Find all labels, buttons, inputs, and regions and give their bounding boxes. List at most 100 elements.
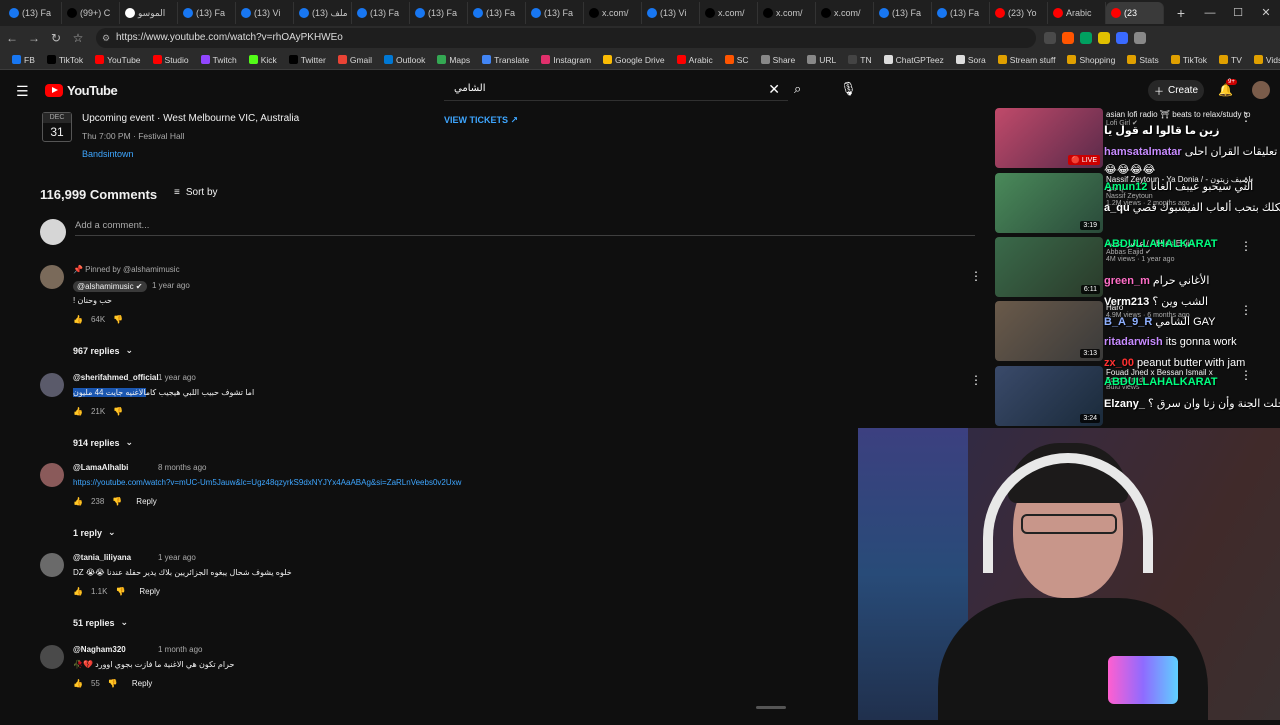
- comment-menu-icon[interactable]: ⋮: [970, 373, 982, 387]
- scrollbar-thumb[interactable]: [756, 706, 786, 709]
- comment-time[interactable]: 1 year ago: [152, 281, 190, 290]
- comment-menu-icon[interactable]: ⋮: [970, 269, 982, 283]
- comment-author[interactable]: @alshamimusic ✔: [73, 281, 147, 292]
- view-replies-button[interactable]: 967 replies ⌄: [73, 345, 133, 356]
- reply-button[interactable]: Reply: [136, 497, 156, 506]
- extension-icon[interactable]: [1116, 32, 1128, 44]
- bookmark-item[interactable]: Vids: [1248, 55, 1280, 65]
- video-thumbnail[interactable]: 🔴 LIVE: [995, 108, 1103, 168]
- video-thumbnail[interactable]: 3:13: [995, 301, 1103, 361]
- video-menu-icon[interactable]: ⋮: [1240, 303, 1252, 317]
- comment-author[interactable]: @Nagham320: [73, 645, 126, 654]
- video-thumbnail[interactable]: 6:11: [995, 237, 1103, 297]
- account-avatar[interactable]: [1252, 81, 1270, 99]
- extension-icon[interactable]: [1062, 32, 1074, 44]
- dislike-icon[interactable]: 👎: [112, 497, 122, 506]
- bookmark-item[interactable]: TikTok: [1165, 55, 1213, 65]
- bookmark-item[interactable]: TV: [1213, 55, 1248, 65]
- like-icon[interactable]: 👍: [73, 497, 83, 506]
- video-menu-icon[interactable]: ⋮: [1240, 368, 1252, 382]
- browser-tab[interactable]: (13) Fa: [874, 2, 932, 24]
- extension-icon[interactable]: [1098, 32, 1110, 44]
- bookmark-item[interactable]: Stream stuff: [992, 55, 1062, 65]
- comment-text[interactable]: https://youtube.com/watch?v=mUC-Um5Jauw&…: [73, 478, 461, 487]
- back-icon[interactable]: ←: [2, 31, 22, 45]
- browser-tab[interactable]: (13) Fa: [468, 2, 526, 24]
- create-button[interactable]: ＋ Create: [1148, 80, 1205, 101]
- browser-tab[interactable]: x.com/: [758, 2, 816, 24]
- extension-icon[interactable]: [1080, 32, 1092, 44]
- browser-tab[interactable]: (13) Fa: [410, 2, 468, 24]
- comment-avatar[interactable]: [40, 373, 64, 397]
- comment-avatar[interactable]: [40, 265, 64, 289]
- comment-author[interactable]: @LamaAlhalbi: [73, 463, 128, 472]
- browser-tab[interactable]: (13) Fa: [526, 2, 584, 24]
- browser-tab[interactable]: (23) Yo: [990, 2, 1048, 24]
- new-tab-icon[interactable]: +: [1170, 5, 1192, 21]
- dislike-icon[interactable]: 👎: [108, 679, 118, 688]
- microphone-icon[interactable]: 🎙: [840, 81, 857, 97]
- browser-tab[interactable]: الموسو: [120, 2, 178, 24]
- bookmark-item[interactable]: TN: [842, 55, 877, 65]
- browser-tab[interactable]: (13) Fa: [4, 2, 62, 24]
- bookmark-item[interactable]: URL: [801, 55, 842, 65]
- like-icon[interactable]: 👍: [73, 587, 83, 596]
- browser-tab[interactable]: (13) ملف: [294, 2, 352, 24]
- bookmark-item[interactable]: Shopping: [1061, 55, 1121, 65]
- browser-tab[interactable]: Arabic: [1048, 2, 1106, 24]
- like-icon[interactable]: 👍: [73, 407, 83, 416]
- bookmark-item[interactable]: SC: [719, 55, 755, 65]
- reload-icon[interactable]: ↻: [46, 31, 66, 45]
- bookmark-item[interactable]: Sora: [950, 55, 992, 65]
- bookmark-item[interactable]: Stats: [1121, 55, 1164, 65]
- event-source-link[interactable]: Bandsintown: [82, 149, 134, 159]
- browser-tab[interactable]: (13) Vi: [236, 2, 294, 24]
- bookmark-item[interactable]: Maps: [431, 55, 476, 65]
- menu-icon[interactable]: ☰: [16, 83, 29, 100]
- extension-icon[interactable]: [1044, 32, 1056, 44]
- bookmark-item[interactable]: Studio: [147, 55, 195, 65]
- bookmark-item[interactable]: TikTok: [41, 55, 89, 65]
- close-window-icon[interactable]: ✕: [1252, 0, 1280, 26]
- browser-tab[interactable]: (23: [1106, 2, 1164, 24]
- add-comment-input[interactable]: Add a comment...: [75, 220, 975, 236]
- view-replies-button[interactable]: 51 replies ⌄: [73, 617, 128, 628]
- comment-author[interactable]: @sherifahmed_official: [73, 373, 159, 382]
- notifications-icon[interactable]: 🔔: [1218, 83, 1233, 97]
- bookmark-item[interactable]: Gmail: [332, 55, 378, 65]
- bookmark-item[interactable]: Google Drive: [597, 55, 671, 65]
- browser-tab[interactable]: x.com/: [816, 2, 874, 24]
- bookmark-page-icon[interactable]: ☆: [68, 31, 88, 45]
- maximize-icon[interactable]: ☐: [1224, 0, 1252, 26]
- browser-tab[interactable]: x.com/: [584, 2, 642, 24]
- video-thumbnail[interactable]: 3:24: [995, 366, 1103, 426]
- video-thumbnail[interactable]: 3:19: [995, 173, 1103, 233]
- minimize-icon[interactable]: —: [1196, 0, 1224, 26]
- bookmark-item[interactable]: Arabic: [671, 55, 719, 65]
- dislike-icon[interactable]: 👎: [113, 315, 123, 324]
- video-menu-icon[interactable]: ⋮: [1240, 239, 1252, 253]
- browser-tab[interactable]: (13) Vi: [642, 2, 700, 24]
- search-input[interactable]: الشامي ✕: [444, 79, 788, 101]
- comment-time[interactable]: 1 month ago: [158, 645, 202, 654]
- dislike-icon[interactable]: 👎: [115, 587, 125, 596]
- view-tickets-link[interactable]: VIEW TICKETS ↗: [444, 115, 518, 126]
- browser-tab[interactable]: (13) Fa: [178, 2, 236, 24]
- dislike-icon[interactable]: 👎: [113, 407, 123, 416]
- youtube-logo[interactable]: YouTube: [45, 83, 118, 98]
- reply-button[interactable]: Reply: [132, 679, 152, 688]
- comment-avatar[interactable]: [40, 463, 64, 487]
- bookmark-item[interactable]: ChatGPTeez: [878, 55, 950, 65]
- view-replies-button[interactable]: 914 replies ⌄: [73, 437, 133, 448]
- browser-tab[interactable]: (13) Fa: [932, 2, 990, 24]
- url-bar[interactable]: https://www.youtube.com/watch?v=rhOAyPKH…: [96, 28, 1036, 48]
- bookmark-item[interactable]: YouTube: [89, 55, 146, 65]
- bookmark-item[interactable]: Twitter: [283, 55, 332, 65]
- like-icon[interactable]: 👍: [73, 315, 83, 324]
- bookmark-item[interactable]: Outlook: [378, 55, 431, 65]
- clear-search-icon[interactable]: ✕: [768, 81, 780, 98]
- bookmark-item[interactable]: Instagram: [535, 55, 597, 65]
- comment-time[interactable]: 1 year ago: [158, 553, 196, 562]
- comment-time[interactable]: 8 months ago: [158, 463, 206, 472]
- sort-by-button[interactable]: ≡ Sort by: [174, 187, 218, 198]
